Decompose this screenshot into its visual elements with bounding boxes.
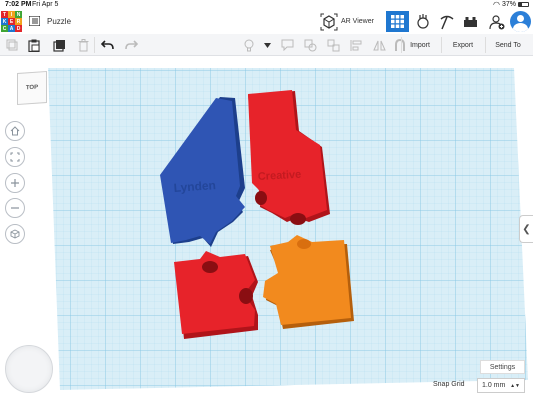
logo-letter: N [15,11,22,18]
battery-icon [518,2,529,7]
collapse-panel-button[interactable]: ❮ [519,215,533,243]
fit-view-icon [10,152,20,162]
speech-bubble-icon [281,39,293,51]
ar-viewer-button[interactable]: AR Viewer [320,11,382,32]
lightbulb-icon [244,39,254,51]
pickaxe-icon [440,15,453,29]
duplicate-icon [52,39,65,52]
view-cube-label: TOP [25,84,39,92]
minus-icon [11,207,19,209]
view-cube[interactable]: TOP [17,70,47,106]
home-view-button[interactable] [5,121,25,141]
duplicate-button[interactable] [51,37,67,53]
light-dropdown[interactable] [259,37,275,53]
brick-icon [464,16,477,27]
logo-letter: I [8,11,15,18]
add-user-button[interactable] [485,11,508,32]
red-puzzle-piece-bottom[interactable] [174,251,258,339]
status-date: Fri Apr 5 [32,1,59,8]
updown-icon: ▲▼ [510,383,520,389]
bricks-button[interactable] [459,11,482,32]
tinkercad-logo[interactable]: TINKERCAD [1,11,22,32]
add-person-icon [488,14,504,29]
design-title[interactable]: Puzzle [47,17,71,26]
engraved-text-red: Creative [258,169,302,183]
group-icon [304,39,316,51]
wifi-icon: ◠ [493,0,500,9]
fit-view-button[interactable] [5,147,25,167]
workplane-area[interactable]: Lynden Creative TOP [0,56,533,400]
light-button[interactable] [241,37,257,53]
chevron-down-icon [263,42,271,48]
ungroup-button[interactable] [325,37,341,53]
user-avatar[interactable] [510,11,531,32]
toolbar-divider [401,37,402,53]
delete-button[interactable] [75,37,91,53]
paste-button[interactable] [26,37,42,53]
logo-letter: D [15,25,22,32]
home-icon [10,126,20,136]
align-icon [350,39,361,51]
logo-letter: T [1,11,8,18]
export-button[interactable]: Export [445,35,481,55]
ar-viewer-label: AR Viewer [341,18,374,25]
plus-icon [11,179,19,187]
copy-icon [6,39,18,51]
redo-button[interactable] [123,37,139,53]
snap-grid-label: Snap Grid [433,381,465,388]
blocks-view-button[interactable] [411,11,434,32]
redo-icon [124,40,138,50]
status-bar: 7:02 PM Fri Apr 5 ◠ 37% [0,0,533,10]
battery-percent: 37% [502,1,517,8]
logo-letter: A [8,25,15,32]
undo-icon [100,40,114,50]
perspective-button[interactable] [5,224,25,244]
snap-grid-select[interactable]: 1.0 mm ▲▼ [477,378,525,393]
engraved-text-blue: Lynden [173,178,216,195]
chevron-left-icon: ❮ [522,223,531,235]
logo-letter: C [1,25,8,32]
toolbar-divider [485,37,486,53]
align-button[interactable] [348,37,364,53]
logo-letter: E [8,18,15,25]
navigation-joystick[interactable] [5,345,53,393]
grid-icon [391,15,404,28]
shape-notes-button[interactable] [279,37,295,53]
logo-letter: K [1,18,8,25]
snap-grid-value: 1.0 mm [482,382,506,389]
send-to-button[interactable]: Send To [488,35,528,55]
import-button[interactable]: Import [403,35,437,55]
group-button[interactable] [302,37,318,53]
trash-icon [78,38,88,51]
toolbar-divider [441,37,442,53]
clipboard-icon [28,39,40,52]
mirror-button[interactable] [371,37,387,53]
status-time: 7:02 PM [5,1,32,8]
ar-cube-icon [320,13,338,30]
settings-button[interactable]: Settings [480,360,525,374]
design-list-icon[interactable] [29,16,40,26]
toolbar-divider [94,37,95,53]
hand-gear-icon [416,13,429,29]
undo-button[interactable] [99,37,115,53]
logo-letter: R [15,18,22,25]
copy-button[interactable] [4,37,20,53]
bricks-view-button[interactable] [435,11,458,32]
ungroup-icon [327,39,339,51]
zoom-out-button[interactable] [5,198,25,218]
workplane-canvas[interactable]: Lynden Creative [0,56,533,400]
zoom-in-button[interactable] [5,173,25,193]
3d-design-view-button[interactable] [386,11,409,32]
cube-icon [10,229,20,239]
mirror-icon [372,40,386,50]
